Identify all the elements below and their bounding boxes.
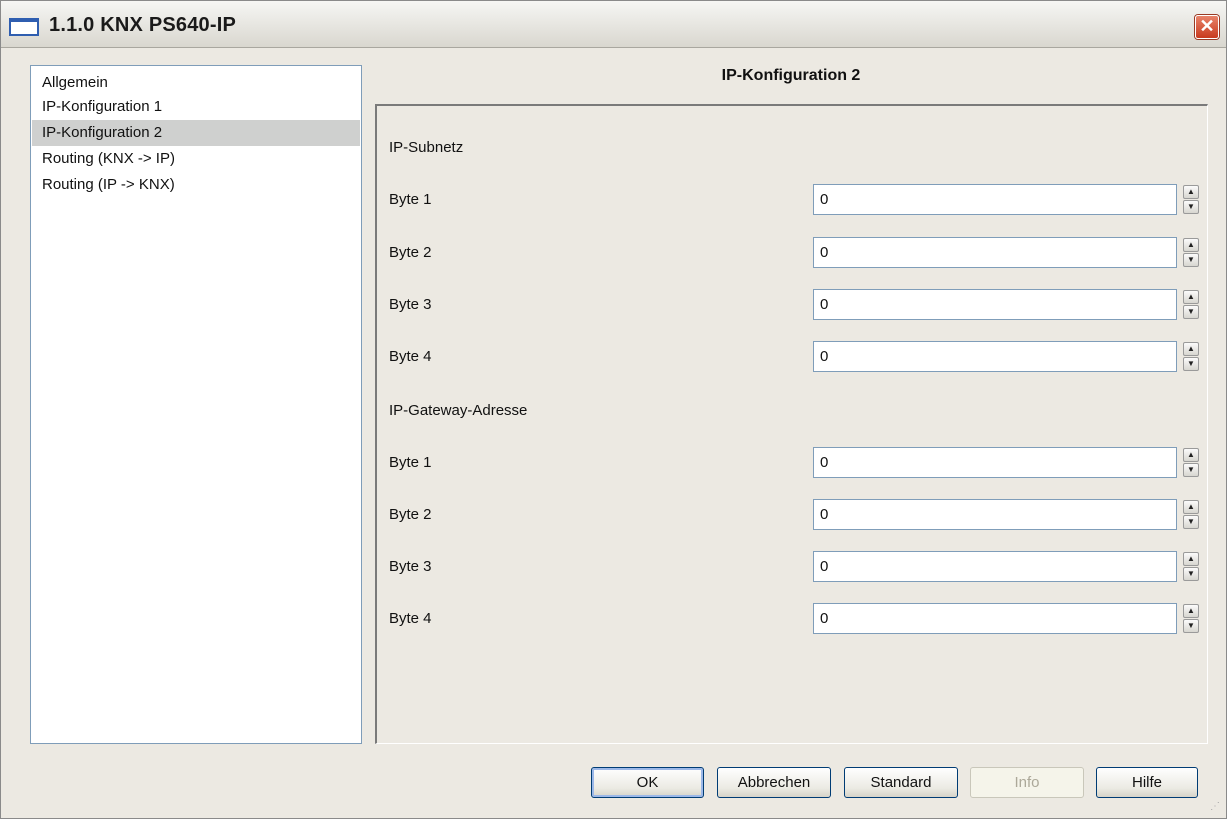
nav-item-routing-ip-knx[interactable]: Routing (IP -> KNX) <box>32 172 360 198</box>
subnet-byte-4-label: Byte 4 <box>389 348 432 365</box>
spin-up-icon[interactable]: ▲ <box>1183 290 1199 304</box>
gateway-byte-4-spinner[interactable]: ▲ ▼ <box>1183 604 1199 634</box>
window-title: 1.1.0 KNX PS640-IP <box>49 14 237 36</box>
cancel-button[interactable]: Abbrechen <box>717 767 831 798</box>
section-heading-subnet: IP-Subnetz <box>389 139 464 156</box>
gateway-byte-1-spinner[interactable]: ▲ ▼ <box>1183 448 1199 478</box>
gateway-byte-2-input[interactable]: 0 <box>813 499 1177 530</box>
subnet-byte-3-input[interactable]: 0 <box>813 289 1177 320</box>
subnet-byte-1-input[interactable]: 0 <box>813 184 1177 215</box>
nav-item-allgemein[interactable]: Allgemein <box>32 70 360 96</box>
subnet-byte-4-spinner[interactable]: ▲ ▼ <box>1183 342 1199 372</box>
spin-up-icon[interactable]: ▲ <box>1183 500 1199 514</box>
gateway-byte-4-label: Byte 4 <box>389 610 432 627</box>
nav-item-ip-konfiguration-1[interactable]: IP-Konfiguration 1 <box>32 94 360 120</box>
gateway-byte-3-spinner[interactable]: ▲ ▼ <box>1183 552 1199 582</box>
spin-up-icon[interactable]: ▲ <box>1183 342 1199 356</box>
parameter-tree: Allgemein IP-Konfiguration 1 IP-Konfigur… <box>30 65 362 744</box>
window-icon <box>9 18 39 36</box>
section-heading-gateway: IP-Gateway-Adresse <box>389 402 528 419</box>
spin-down-icon[interactable]: ▼ <box>1183 253 1199 267</box>
spin-down-icon[interactable]: ▼ <box>1183 305 1199 319</box>
gateway-byte-1-label: Byte 1 <box>389 454 432 471</box>
standard-button[interactable]: Standard <box>844 767 958 798</box>
spin-down-icon[interactable]: ▼ <box>1183 515 1199 529</box>
resize-grip-icon[interactable]: ⋰ <box>1210 802 1222 814</box>
subnet-byte-2-input[interactable]: 0 <box>813 237 1177 268</box>
subnet-byte-2-spinner[interactable]: ▲ ▼ <box>1183 238 1199 268</box>
help-button[interactable]: Hilfe <box>1096 767 1198 798</box>
dialog-window: 1.1.0 KNX PS640-IP ✕ Allgemein IP-Konfig… <box>0 0 1227 819</box>
ok-button[interactable]: OK <box>591 767 704 798</box>
nav-item-ip-konfiguration-2[interactable]: IP-Konfiguration 2 <box>32 120 360 146</box>
spin-down-icon[interactable]: ▼ <box>1183 567 1199 581</box>
gateway-byte-2-label: Byte 2 <box>389 506 432 523</box>
subnet-byte-3-label: Byte 3 <box>389 296 432 313</box>
nav-item-routing-knx-ip[interactable]: Routing (KNX -> IP) <box>32 146 360 172</box>
spin-up-icon[interactable]: ▲ <box>1183 604 1199 618</box>
spin-down-icon[interactable]: ▼ <box>1183 200 1199 214</box>
subnet-byte-3-spinner[interactable]: ▲ ▼ <box>1183 290 1199 320</box>
subnet-byte-1-label: Byte 1 <box>389 191 432 208</box>
gateway-byte-1-input[interactable]: 0 <box>813 447 1177 478</box>
close-button[interactable]: ✕ <box>1195 15 1219 39</box>
info-button: Info <box>970 767 1084 798</box>
spin-up-icon[interactable]: ▲ <box>1183 185 1199 199</box>
spin-down-icon[interactable]: ▼ <box>1183 357 1199 371</box>
subnet-byte-2-label: Byte 2 <box>389 244 432 261</box>
panel-title: IP-Konfiguration 2 <box>721 67 861 84</box>
gateway-byte-4-input[interactable]: 0 <box>813 603 1177 634</box>
gateway-byte-3-input[interactable]: 0 <box>813 551 1177 582</box>
subnet-byte-4-input[interactable]: 0 <box>813 341 1177 372</box>
title-bar[interactable]: 1.1.0 KNX PS640-IP ✕ <box>1 1 1226 48</box>
spin-up-icon[interactable]: ▲ <box>1183 552 1199 566</box>
subnet-byte-1-spinner[interactable]: ▲ ▼ <box>1183 185 1199 215</box>
spin-down-icon[interactable]: ▼ <box>1183 463 1199 477</box>
gateway-byte-3-label: Byte 3 <box>389 558 432 575</box>
spin-down-icon[interactable]: ▼ <box>1183 619 1199 633</box>
spin-up-icon[interactable]: ▲ <box>1183 448 1199 462</box>
gateway-byte-2-spinner[interactable]: ▲ ▼ <box>1183 500 1199 530</box>
spin-up-icon[interactable]: ▲ <box>1183 238 1199 252</box>
